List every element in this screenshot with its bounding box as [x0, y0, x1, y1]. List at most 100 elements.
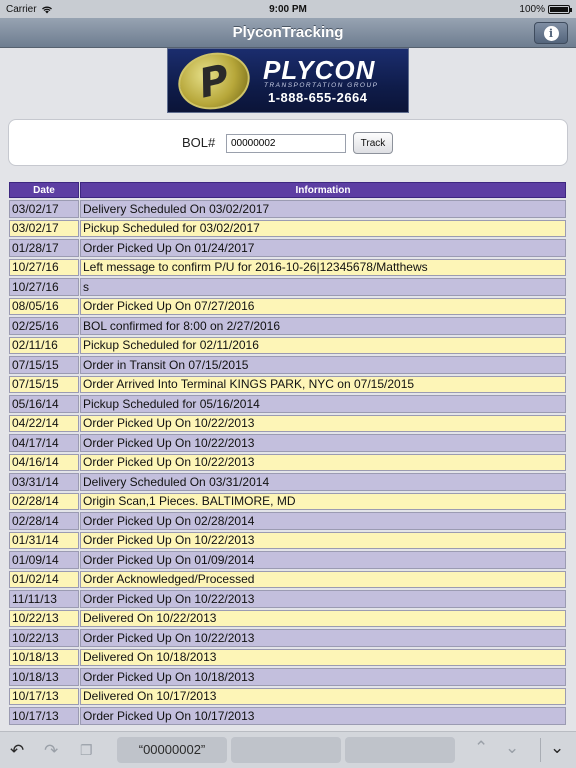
information-cell: Order in Transit On 07/15/2015	[80, 356, 566, 374]
table-row: 02/28/14 Origin Scan,1 Pieces. BALTIMORE,…	[9, 492, 566, 510]
status-bar: Carrier 9:00 PM 100%	[0, 0, 576, 18]
status-left: Carrier	[6, 4, 53, 15]
information-cell: Order Picked Up On 07/27/2016	[80, 297, 566, 315]
information-cell: Order Picked Up On 01/24/2017	[80, 239, 566, 257]
date-cell: 01/28/17	[9, 239, 79, 257]
keyboard-shortcut-bar: ↶ ↷ ❐ “00000002” ⌃ ⌄ ⌄	[0, 731, 576, 768]
information-cell: Order Picked Up On 10/22/2013	[80, 531, 566, 549]
information-cell: Order Picked Up On 10/22/2013	[80, 629, 566, 647]
date-cell: 03/31/14	[9, 473, 79, 491]
table-row: 03/31/14 Delivery Scheduled On 03/31/2014	[9, 473, 566, 491]
table-row: 01/02/14 Order Acknowledged/Processed	[9, 570, 566, 588]
table-row: 03/02/17 Delivery Scheduled On 03/02/2017	[9, 200, 566, 218]
table-row: 10/17/13 Delivered On 10/17/2013	[9, 687, 566, 705]
information-cell: Pickup Scheduled for 02/11/2016	[80, 336, 566, 354]
table-row: 04/17/14 Order Picked Up On 10/22/2013	[9, 434, 566, 452]
dismiss-keyboard-icon[interactable]: ⌄	[550, 738, 564, 758]
date-cell: 11/11/13	[9, 590, 79, 608]
information-cell: Delivered On 10/22/2013	[80, 609, 566, 627]
logo-emblem: P	[172, 49, 256, 112]
table-row: 04/22/14 Order Picked Up On 10/22/2013	[9, 414, 566, 432]
information-column-header: Information	[80, 182, 566, 198]
information-cell: Left message to confirm P/U for 2016-10-…	[80, 258, 566, 276]
info-icon: i	[543, 25, 559, 41]
track-button[interactable]: Track	[353, 132, 393, 154]
information-cell: Order Arrived Into Terminal KINGS PARK, …	[80, 375, 566, 393]
table-row: 11/11/13 Order Picked Up On 10/22/2013	[9, 590, 566, 608]
information-cell: Order Picked Up On 10/22/2013	[80, 434, 566, 452]
table-row: 02/25/16 BOL confirmed for 8:00 on 2/27/2…	[9, 317, 566, 335]
information-cell: Delivered On 10/18/2013	[80, 648, 566, 666]
table-row: 05/16/14 Pickup Scheduled for 05/16/2014	[9, 395, 566, 413]
navigation-bar: PlyconTracking i	[0, 18, 576, 48]
logo-phone: 1-888-655-2664	[268, 90, 368, 105]
wifi-icon	[41, 6, 52, 13]
date-cell: 01/09/14	[9, 551, 79, 569]
date-column-header: Date	[9, 182, 79, 198]
logo-subtitle: TRANSPORTATION GROUP	[264, 82, 379, 89]
information-cell: Order Picked Up On 01/09/2014	[80, 551, 566, 569]
plycon-logo: P PLYCON TRANSPORTATION GROUP 1-888-655-…	[167, 48, 409, 113]
tracking-table: Date Information 03/02/17 Delivery Schedu…	[8, 180, 567, 727]
bol-input[interactable]	[226, 134, 346, 153]
date-cell: 01/31/14	[9, 531, 79, 549]
date-cell: 03/02/17	[9, 219, 79, 237]
date-cell: 04/16/14	[9, 453, 79, 471]
date-cell: 10/18/13	[9, 648, 79, 666]
date-cell: 02/28/14	[9, 512, 79, 530]
autocomplete-suggestion-empty-1[interactable]	[231, 737, 341, 763]
autocomplete-suggestion-empty-2[interactable]	[345, 737, 455, 763]
battery-percent: 100%	[519, 3, 545, 15]
date-cell: 10/18/13	[9, 668, 79, 686]
table-row: 07/15/15 Order Arrived Into Terminal KING…	[9, 375, 566, 393]
date-cell: 10/27/16	[9, 278, 79, 296]
information-cell: Delivery Scheduled On 03/02/2017	[80, 200, 566, 218]
next-field-icon[interactable]: ⌄	[505, 738, 519, 758]
toolbar-divider	[540, 738, 541, 762]
date-cell: 10/17/13	[9, 707, 79, 725]
date-cell: 10/22/13	[9, 629, 79, 647]
date-cell: 04/22/14	[9, 414, 79, 432]
information-cell: Order Picked Up On 10/18/2013	[80, 668, 566, 686]
information-cell: Order Picked Up On 10/17/2013	[80, 707, 566, 725]
table-row: 10/22/13 Delivered On 10/22/2013	[9, 609, 566, 627]
information-cell: Order Picked Up On 10/22/2013	[80, 414, 566, 432]
app-title: PlyconTracking	[232, 24, 344, 41]
table-row: 03/02/17 Pickup Scheduled for 03/02/2017	[9, 219, 566, 237]
bol-search-panel: BOL# Track	[8, 119, 568, 166]
info-button[interactable]: i	[534, 22, 568, 44]
information-cell: Order Acknowledged/Processed	[80, 570, 566, 588]
table-row: 07/15/15 Order in Transit On 07/15/2015	[9, 356, 566, 374]
previous-field-icon[interactable]: ⌃	[474, 738, 488, 758]
table-row: 10/18/13 Delivered On 10/18/2013	[9, 648, 566, 666]
date-cell: 08/05/16	[9, 297, 79, 315]
date-cell: 02/28/14	[9, 492, 79, 510]
date-cell: 04/17/14	[9, 434, 79, 452]
date-cell: 01/02/14	[9, 570, 79, 588]
autocomplete-suggestion[interactable]: “00000002”	[117, 737, 227, 763]
information-cell: Pickup Scheduled for 03/02/2017	[80, 219, 566, 237]
table-row: 01/31/14 Order Picked Up On 10/22/2013	[9, 531, 566, 549]
table-row: 10/22/13 Order Picked Up On 10/22/2013	[9, 629, 566, 647]
redo-icon[interactable]: ↷	[44, 741, 58, 761]
information-cell: Pickup Scheduled for 05/16/2014	[80, 395, 566, 413]
clock: 9:00 PM	[269, 3, 307, 15]
information-cell: BOL confirmed for 8:00 on 2/27/2016	[80, 317, 566, 335]
table-row: 10/17/13 Order Picked Up On 10/17/2013	[9, 707, 566, 725]
date-cell: 07/15/15	[9, 375, 79, 393]
bol-label: BOL#	[182, 135, 216, 150]
table-row: 02/11/16 Pickup Scheduled for 02/11/2016	[9, 336, 566, 354]
undo-icon[interactable]: ↶	[10, 741, 24, 761]
table-row: 02/28/14 Order Picked Up On 02/28/2014	[9, 512, 566, 530]
date-cell: 02/11/16	[9, 336, 79, 354]
battery-icon	[548, 4, 572, 14]
paste-icon[interactable]: ❐	[80, 742, 93, 759]
date-cell: 05/16/14	[9, 395, 79, 413]
information-cell: Delivered On 10/17/2013	[80, 687, 566, 705]
status-right: 100%	[519, 3, 572, 15]
date-cell: 10/22/13	[9, 609, 79, 627]
date-cell: 07/15/15	[9, 356, 79, 374]
carrier-label: Carrier	[6, 3, 37, 15]
logo-emblem-letter: P	[195, 56, 234, 108]
table-header-row: Date Information	[9, 182, 566, 198]
